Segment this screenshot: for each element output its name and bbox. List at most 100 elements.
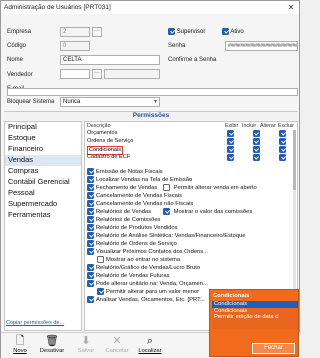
option-row[interactable]: Cancelamento de Vendas Fiscais (87, 192, 182, 200)
option-row[interactable]: Relatório de Produtos Vendidos (87, 224, 178, 232)
incluir-checkbox[interactable] (252, 138, 260, 145)
category-item-vendas[interactable]: Vendas (5, 155, 81, 166)
category-item-principal[interactable]: Principal (5, 122, 81, 133)
exibir-checkbox[interactable] (227, 138, 234, 145)
ativo-checkbox-wrap[interactable]: Ativo (222, 28, 244, 35)
supervisor-checkbox-wrap[interactable]: Supervisor (168, 28, 205, 35)
option-row[interactable]: Localizar Vendas na Tela de Emissão (87, 176, 192, 184)
option-checkbox[interactable] (97, 256, 104, 263)
incluir-checkbox[interactable] (252, 154, 260, 161)
category-item-estoque[interactable]: Estoque (5, 133, 81, 144)
grid-row-selected[interactable]: Condicionais (85, 146, 297, 155)
category-item-pessoal[interactable]: Pessoal (5, 188, 81, 199)
category-item-ferramentas[interactable]: Ferramentas (5, 210, 81, 221)
sub-option-label: Permitir alterar venda em aberto (173, 185, 257, 192)
option-label: Relatório de Vendas Futuras (96, 273, 170, 280)
option-checkbox[interactable] (87, 216, 94, 223)
alterar-checkbox[interactable] (279, 130, 287, 137)
option-checkbox[interactable] (87, 272, 94, 279)
option-row[interactable]: Visualizar Próximos Contatos dos Ordens.… (87, 248, 208, 256)
grid-row[interactable]: Orçamentos (85, 130, 297, 137)
sub-option[interactable]: Mostrar o valor das comissões (163, 208, 252, 216)
option-row-indented[interactable]: Mostrar ao entrar no sistema (97, 256, 180, 264)
option-checkbox[interactable] (87, 296, 94, 303)
category-list: Principal Estoque Financeiro Vendas Comp… (4, 121, 82, 331)
category-item-contabil[interactable]: Contábil Gerencial (5, 177, 81, 188)
option-checkbox[interactable] (87, 176, 94, 183)
grid-row[interactable]: Cadastro de ECF (85, 154, 297, 161)
option-checkbox[interactable] (87, 168, 94, 175)
category-item-financeiro[interactable]: Financeiro (5, 144, 81, 155)
vendedor-label: Vendedor (7, 72, 33, 78)
vendedor-field[interactable] (60, 69, 90, 79)
option-row[interactable]: Relatório de Ordens de Serviço (87, 240, 177, 248)
vendedor-lookup-button[interactable]: ··· (92, 69, 102, 79)
option-row[interactable]: Relatórios de Comissões (87, 216, 160, 224)
localizar-button[interactable]: ⌕ Localizar (135, 335, 165, 358)
option-checkbox[interactable] (87, 208, 94, 215)
sub-option-checkbox[interactable] (163, 184, 170, 191)
sub-option-checkbox[interactable] (163, 208, 170, 215)
popup-list-item[interactable]: Permitir edição de data d (212, 314, 298, 321)
alterar-checkbox[interactable] (279, 138, 287, 145)
option-row[interactable]: Analisar Vendas, Orcamentos, Etc. [PRT..… (87, 296, 205, 304)
new-document-icon: 🗋 (15, 335, 25, 347)
option-row[interactable]: Emissão de Notas Fiscais (87, 168, 163, 176)
grid-row[interactable]: Ordens de Serviço (85, 138, 297, 145)
option-checkbox[interactable] (97, 288, 104, 295)
alterar-checkbox[interactable] (279, 146, 287, 153)
supervisor-checkbox[interactable] (168, 28, 175, 35)
codigo-field[interactable]: 0 (60, 41, 90, 51)
sub-option[interactable]: Permitir alterar venda em aberto (163, 184, 257, 192)
sub-option-label: Mostrar o valor das comissões (173, 209, 253, 216)
option-label: Relatório de Análise Sintética: Vendas/F… (96, 233, 246, 240)
option-checkbox[interactable] (87, 224, 94, 231)
option-label: Relatório de Ordens de Serviço (96, 241, 177, 248)
fechar-button[interactable]: Fechar (252, 343, 295, 354)
option-row[interactable]: Cancelamento de Vendas não Fiscais (87, 200, 193, 208)
senha-field[interactable]: ################################## (225, 41, 298, 51)
close-icon[interactable]: ✕ (283, 3, 299, 12)
option-checkbox[interactable] (87, 192, 94, 199)
option-row-indented[interactable]: Permitir alterar para um valor menor (97, 288, 199, 296)
empresa-field[interactable]: 2 (60, 27, 90, 37)
grid-header: Descrição Exibir Incluir Alterar Excluir (85, 122, 297, 129)
option-checkbox[interactable] (87, 200, 94, 207)
option-checkbox[interactable] (87, 280, 94, 287)
alterar-checkbox[interactable] (279, 154, 287, 161)
exibir-checkbox[interactable] (227, 146, 234, 153)
novo-button[interactable]: 🗋 Novo (5, 335, 35, 358)
cancelar-button[interactable]: ✕ Cancelar (102, 335, 132, 358)
option-checkbox[interactable] (87, 264, 94, 271)
incluir-checkbox[interactable] (252, 130, 260, 137)
salvar-button[interactable]: ⬇ Salvar (71, 335, 101, 358)
option-checkbox[interactable] (87, 240, 94, 247)
option-row[interactable]: Relatório de Análise Sintética: Vendas/F… (87, 232, 246, 240)
empresa-lookup-button[interactable]: ··· (92, 27, 102, 37)
option-checkbox[interactable] (87, 248, 94, 255)
exibir-checkbox[interactable] (227, 154, 234, 161)
email-field[interactable] (7, 88, 298, 96)
option-label: Mostrar ao entrar no sistema (106, 257, 181, 264)
category-item-compras[interactable]: Compras (5, 166, 81, 177)
option-row[interactable]: Pode alterar unitário na: Venda, Orçamen… (87, 280, 208, 288)
option-checkbox[interactable] (87, 232, 94, 239)
confirme-senha-label: Confirme a Senha (168, 57, 217, 63)
incluir-checkbox[interactable] (252, 146, 260, 153)
ativo-checkbox[interactable] (222, 28, 229, 35)
senha-label: Senha (168, 43, 186, 49)
option-row[interactable]: Fechamento de Vendas Permitir alterar ve… (87, 184, 297, 192)
nome-field[interactable]: CELTA (60, 55, 160, 65)
option-row[interactable]: Relatório de Vendas Futuras (87, 272, 169, 280)
option-row[interactable]: Relatório/Gráfico de Vendas/Lucro Bruto (87, 264, 200, 272)
popup-list: Condicionais Condicionais Permitir ediçã… (212, 301, 298, 329)
option-checkbox[interactable] (87, 184, 94, 191)
exibir-checkbox[interactable] (227, 130, 234, 137)
copy-permissions-link[interactable]: Copiar permissões de... (6, 320, 64, 326)
scrollbar-thumb[interactable] (293, 130, 296, 190)
bloquear-select[interactable]: Nunca ▾ (60, 97, 160, 107)
category-item-supermercado[interactable]: Supermercado (5, 199, 81, 210)
user-admin-window: Administração de Usuários [PRT031] ✕ Emp… (0, 0, 301, 358)
option-row[interactable]: Relatórios de Vendas Mostrar o valor das… (87, 208, 297, 216)
desativar-button[interactable]: 🗑 Desativar (37, 335, 67, 358)
